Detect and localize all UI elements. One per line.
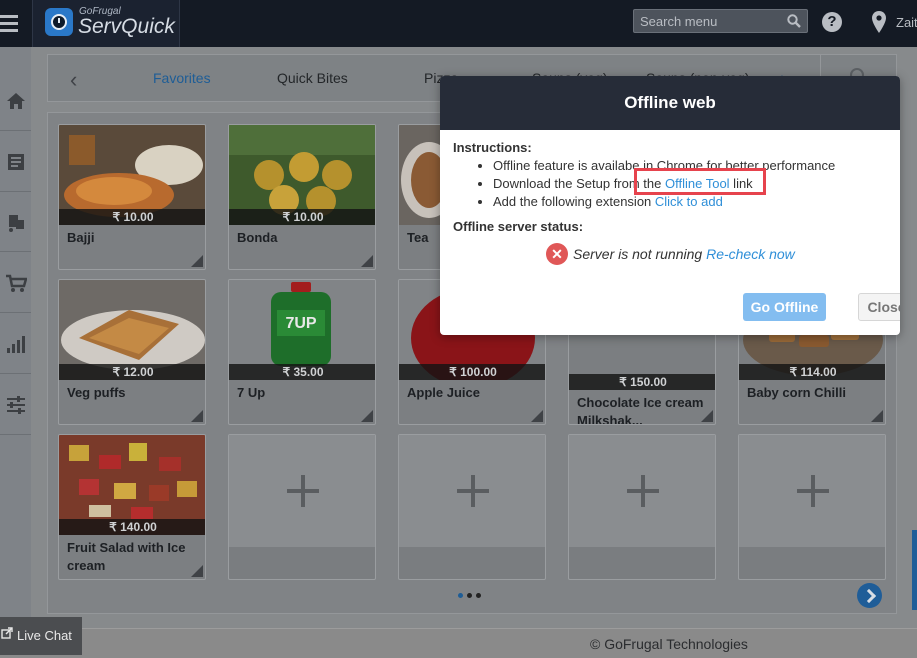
tab-favorites[interactable]: Favorites [153, 70, 211, 86]
item-card-fruit-salad[interactable]: ₹ 140.00 Fruit Salad with Ice cream [58, 434, 206, 580]
copyright-text: © GoFrugal Technologies [590, 636, 748, 652]
instruction-item: Add the following extension Click to add [493, 193, 883, 211]
corner-triangle-icon [191, 255, 203, 267]
plus-icon [229, 435, 375, 547]
click-to-add-link[interactable]: Click to add [655, 194, 723, 209]
corner-triangle-icon [701, 410, 713, 422]
item-name: Baby corn Chilli [747, 385, 846, 400]
corner-triangle-icon [191, 410, 203, 422]
plus-icon [739, 435, 885, 547]
server-status-title: Offline server status: [453, 219, 584, 234]
inventory-icon[interactable] [0, 192, 31, 252]
external-link-icon [1, 627, 13, 639]
error-x-icon: ✕ [546, 243, 568, 265]
instruction-text: Add the following extension [493, 194, 655, 209]
server-status-text: Server is not running [573, 246, 707, 262]
offline-web-dialog: Offline web Instructions: Offline featur… [440, 76, 900, 335]
help-icon[interactable]: ? [822, 12, 842, 32]
add-item-slot[interactable] [738, 434, 886, 580]
left-sidebar [0, 47, 31, 657]
item-price: ₹ 10.00 [59, 209, 205, 225]
corner-triangle-icon [361, 255, 373, 267]
plus-icon [399, 435, 545, 547]
search-menu-box[interactable] [633, 9, 808, 33]
corner-triangle-icon [531, 410, 543, 422]
add-item-slot[interactable] [228, 434, 376, 580]
item-name: 7 Up [237, 385, 266, 400]
footer: © GoFrugal Technologies [0, 628, 917, 658]
instructions-title: Instructions: [453, 140, 532, 155]
search-menu-input[interactable] [640, 12, 780, 30]
item-price: ₹ 140.00 [59, 519, 205, 535]
item-name: Chocolate Ice cream Milkshak... [577, 395, 704, 425]
close-button[interactable]: Close [858, 293, 900, 321]
hamburger-menu-icon[interactable] [0, 0, 30, 47]
plus-icon [569, 435, 715, 547]
server-status-line: ✕ Server is not running Re-check now [453, 243, 883, 265]
item-name: Veg puffs [67, 385, 126, 400]
dialog-body: Instructions: Offline feature is availab… [453, 140, 883, 265]
corner-triangle-icon [361, 410, 373, 422]
page-indicator[interactable] [458, 593, 481, 598]
corner-triangle-icon [191, 565, 203, 577]
clock-logo-icon [45, 8, 73, 36]
item-card-veg-puffs[interactable]: ₹ 12.00 Veg puffs [58, 279, 206, 425]
item-price: ₹ 12.00 [59, 364, 205, 380]
home-icon[interactable] [0, 71, 31, 131]
brand-name: ServQuick [78, 15, 175, 38]
item-price: ₹ 10.00 [229, 209, 375, 225]
tab-quick-bites[interactable]: Quick Bites [277, 70, 348, 86]
side-scroll-strip [912, 530, 917, 610]
location-text[interactable]: Zait [896, 15, 917, 30]
orders-icon[interactable] [0, 132, 31, 192]
recheck-now-link[interactable]: Re-check now [706, 246, 795, 262]
brand-logo[interactable]: GoFrugal ServQuick [32, 0, 180, 47]
item-price: ₹ 35.00 [229, 364, 375, 380]
item-price: ₹ 150.00 [569, 374, 715, 390]
live-chat-button[interactable]: Live Chat [0, 617, 82, 655]
live-chat-label: Live Chat [17, 628, 72, 643]
svg-text:7UP: 7UP [285, 315, 316, 332]
dialog-title: Offline web [440, 76, 900, 130]
item-card-7-up[interactable]: 7UP ₹ 35.00 7 Up [228, 279, 376, 425]
item-name: Fruit Salad with Ice cream [67, 540, 186, 573]
next-page-arrow-icon[interactable] [857, 583, 882, 608]
settings-sliders-icon[interactable] [0, 375, 31, 435]
go-offline-button[interactable]: Go Offline [743, 293, 826, 321]
item-price: ₹ 100.00 [399, 364, 545, 380]
highlight-annotation-box [634, 168, 766, 195]
add-item-slot[interactable] [568, 434, 716, 580]
item-name: Bajji [67, 230, 95, 245]
search-icon[interactable] [787, 14, 801, 28]
item-card-bonda[interactable]: ₹ 10.00 Bonda [228, 124, 376, 270]
cart-icon[interactable] [0, 253, 31, 313]
corner-triangle-icon [871, 410, 883, 422]
top-bar: GoFrugal ServQuick ? Zait [0, 0, 917, 47]
location-pin-icon[interactable] [872, 11, 886, 33]
item-name: Bonda [237, 230, 278, 245]
reports-bar-icon[interactable] [0, 314, 31, 374]
item-price: ₹ 114.00 [739, 364, 885, 380]
item-name: Apple Juice [407, 385, 480, 400]
tab-prev-chevron-icon[interactable]: ‹ [70, 67, 77, 93]
item-card-bajji[interactable]: ₹ 10.00 Bajji [58, 124, 206, 270]
add-item-slot[interactable] [398, 434, 546, 580]
